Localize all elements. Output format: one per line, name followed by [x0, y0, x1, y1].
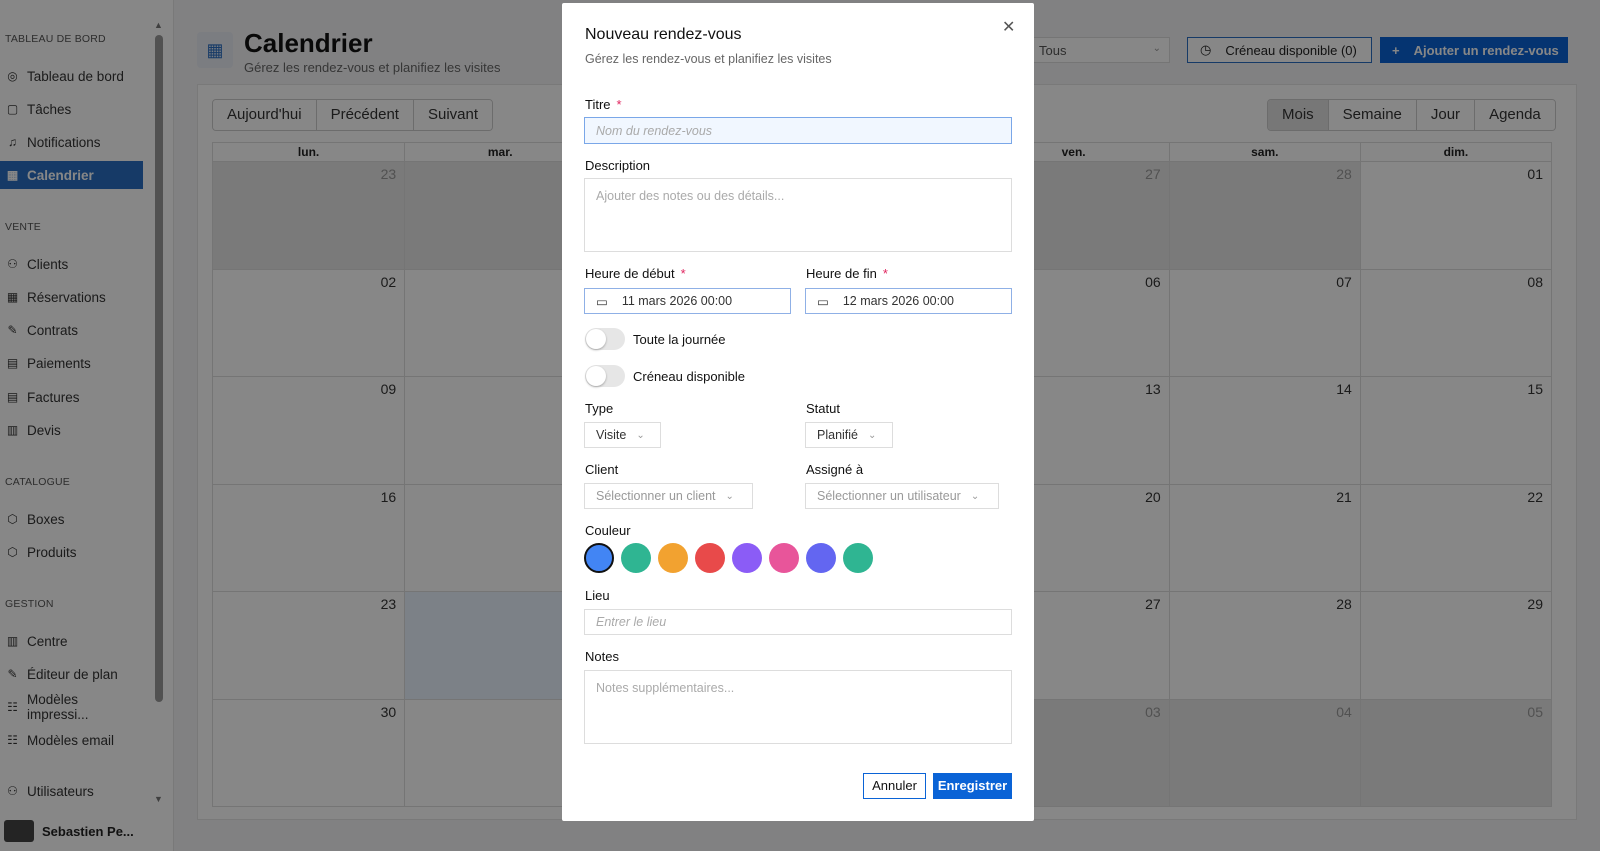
- notes-textarea[interactable]: Notes supplémentaires...: [584, 670, 1012, 744]
- start-label: Heure de début *: [585, 266, 686, 281]
- end-label: Heure de fin *: [806, 266, 888, 281]
- status-select[interactable]: Planifié ⌄: [805, 422, 893, 448]
- modal-title: Nouveau rendez-vous: [585, 26, 742, 43]
- status-label: Statut: [806, 401, 840, 416]
- color-label: Couleur: [585, 523, 631, 538]
- calendar-icon: ▭: [596, 294, 608, 309]
- notes-label: Notes: [585, 649, 619, 664]
- description-placeholder: Ajouter des notes ou des détails...: [596, 189, 785, 203]
- save-button[interactable]: Enregistrer: [933, 773, 1012, 799]
- all-day-label: Toute la journée: [633, 332, 726, 347]
- color-swatch[interactable]: [695, 543, 725, 573]
- color-swatch[interactable]: [843, 543, 873, 573]
- assigned-label: Assigné à: [806, 462, 864, 477]
- color-swatch[interactable]: [769, 543, 799, 573]
- title-placeholder: Nom du rendez-vous: [596, 123, 713, 138]
- color-picker: [584, 543, 873, 573]
- all-day-toggle[interactable]: [585, 328, 625, 350]
- chevron-down-icon: ⌄: [970, 490, 980, 502]
- assigned-placeholder: Sélectionner un utilisateur: [817, 489, 961, 503]
- color-swatch[interactable]: [658, 543, 688, 573]
- location-label: Lieu: [585, 588, 610, 603]
- assigned-select[interactable]: Sélectionner un utilisateur ⌄: [805, 483, 999, 509]
- chevron-down-icon: ⌄: [636, 429, 645, 441]
- cancel-button[interactable]: Annuler: [863, 773, 926, 799]
- start-datetime-input[interactable]: ▭ 11 mars 2026 00:00: [584, 288, 791, 314]
- start-label-text: Heure de début: [585, 266, 675, 281]
- modal-subtitle: Gérez les rendez-vous et planifiez les v…: [585, 52, 832, 66]
- client-select[interactable]: Sélectionner un client ⌄: [584, 483, 753, 509]
- type-value: Visite: [596, 428, 627, 442]
- start-value: 11 mars 2026 00:00: [621, 294, 733, 308]
- client-placeholder: Sélectionner un client: [596, 489, 716, 503]
- title-input[interactable]: Nom du rendez-vous: [584, 117, 1012, 144]
- color-swatch[interactable]: [621, 543, 651, 573]
- description-label: Description: [585, 158, 651, 173]
- type-label: Type: [585, 401, 614, 416]
- status-value: Planifié: [817, 428, 858, 442]
- notes-placeholder: Notes supplémentaires...: [596, 681, 735, 695]
- client-label: Client: [585, 462, 619, 477]
- location-placeholder: Entrer le lieu: [596, 615, 667, 629]
- chevron-down-icon: ⌄: [725, 490, 734, 502]
- color-swatch[interactable]: [584, 543, 614, 573]
- required-marker: *: [680, 266, 686, 281]
- color-swatch[interactable]: [732, 543, 762, 573]
- available-slot-label: Créneau disponible: [633, 369, 746, 384]
- title-label: Titre *: [585, 97, 622, 112]
- required-marker: *: [616, 97, 622, 112]
- title-label-text: Titre: [585, 97, 611, 112]
- type-select[interactable]: Visite ⌄: [584, 422, 661, 448]
- new-appointment-modal: Nouveau rendez-vous Gérez les rendez-vou…: [562, 3, 1034, 821]
- close-icon[interactable]: ✕: [1002, 17, 1015, 37]
- location-input[interactable]: Entrer le lieu: [584, 609, 1012, 635]
- end-label-text: Heure de fin: [806, 266, 877, 281]
- end-datetime-input[interactable]: ▭ 12 mars 2026 00:00: [805, 288, 1012, 314]
- calendar-icon: ▭: [817, 294, 829, 309]
- available-slot-toggle[interactable]: [585, 365, 625, 387]
- required-marker: *: [882, 266, 888, 281]
- chevron-down-icon: ⌄: [868, 429, 877, 441]
- description-textarea[interactable]: Ajouter des notes ou des détails...: [584, 178, 1012, 252]
- end-value: 12 mars 2026 00:00: [842, 294, 955, 308]
- color-swatch[interactable]: [806, 543, 836, 573]
